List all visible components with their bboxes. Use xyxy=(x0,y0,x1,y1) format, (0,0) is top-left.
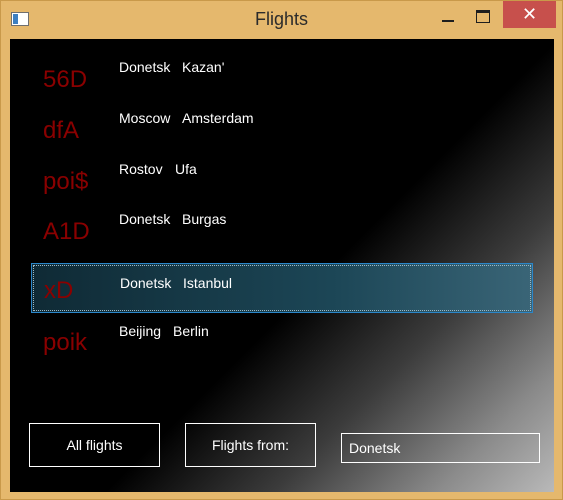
flight-arrival-city: Amsterdam xyxy=(182,110,254,126)
flight-departure-city: Moscow xyxy=(119,110,171,126)
flight-code: xD xyxy=(44,277,74,304)
flight-arrival-city: Ufa xyxy=(175,161,197,177)
flight-code: A1D xyxy=(43,218,90,245)
flight-code: dfA xyxy=(43,117,80,144)
flight-code: 56D xyxy=(43,66,88,93)
flight-item[interactable]: dfA Moscow Amsterdam xyxy=(31,107,533,157)
flight-item[interactable]: poi$ Rostov Ufa xyxy=(31,158,533,208)
minimize-button[interactable] xyxy=(436,9,462,29)
all-flights-button[interactable]: All flights xyxy=(29,423,160,467)
flight-departure-city: Beijing xyxy=(119,323,162,339)
flight-departure-city: Donetsk xyxy=(119,59,171,75)
flight-departure-city: Donetsk xyxy=(119,211,171,227)
flight-departure-city: Donetsk xyxy=(120,275,172,291)
flight-code: poi$ xyxy=(43,168,89,195)
flight-arrival-city: Kazan' xyxy=(182,59,225,75)
close-button[interactable]: ✕ xyxy=(503,1,556,28)
flight-arrival-city: Istanbul xyxy=(183,275,233,291)
title-bar[interactable]: Flights ✕ xyxy=(1,1,562,37)
flight-item[interactable]: 56D Donetsk Kazan' xyxy=(31,56,533,106)
flight-item[interactable]: A1D Donetsk Burgas xyxy=(31,208,533,258)
flights-from-button[interactable]: Flights from: xyxy=(185,423,316,467)
flight-list[interactable]: 56D Donetsk Kazan' dfA Moscow Amsterdam … xyxy=(10,39,554,359)
client-area: 56D Donetsk Kazan' dfA Moscow Amsterdam … xyxy=(10,39,554,492)
departure-city-input[interactable]: Donetsk xyxy=(341,433,540,463)
app-window: Flights ✕ 56D Donetsk Kazan' dfA Moscow … xyxy=(0,0,563,500)
flight-arrival-city: Berlin xyxy=(173,323,209,339)
flight-item[interactable]: poik Beijing Berlin xyxy=(31,323,533,375)
flight-code: poik xyxy=(43,329,88,356)
flight-arrival-city: Burgas xyxy=(182,211,227,227)
flight-item-selected[interactable]: xD Donetsk Istanbul xyxy=(31,263,533,313)
maximize-button[interactable] xyxy=(470,7,496,27)
flight-departure-city: Rostov xyxy=(119,161,163,177)
